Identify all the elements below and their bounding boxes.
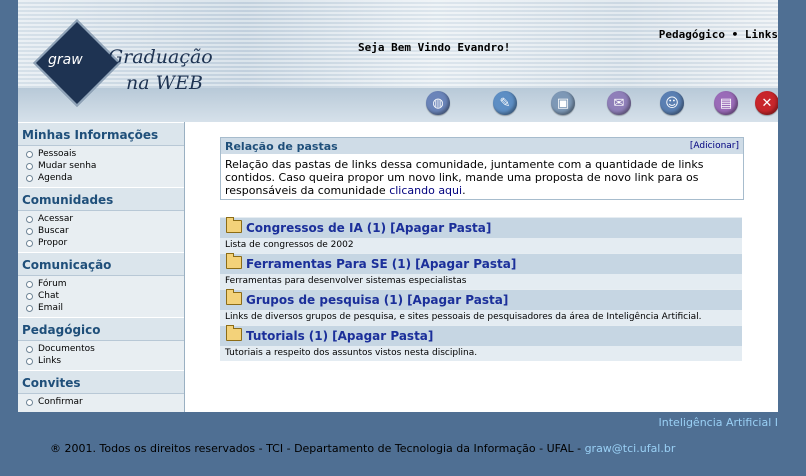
globe-icon[interactable]: ◍ — [426, 91, 450, 115]
delete-folder-link[interactable]: [Apagar Pasta] — [332, 329, 433, 343]
page-frame: graw Graduação na WEB Seja Bem Vindo Eva… — [18, 0, 778, 476]
header-banner: graw Graduação na WEB Seja Bem Vindo Eva… — [18, 0, 778, 122]
contact-email-link[interactable]: graw@tci.ufal.br — [585, 442, 676, 455]
folders-info-box: Relação de pastas [Adicionar] Relação da… — [220, 137, 744, 200]
notes-icon[interactable]: ✉ — [607, 91, 631, 115]
sidebar-item-buscar[interactable]: Buscar — [26, 225, 184, 237]
sidebar-item-chat[interactable]: Chat — [26, 290, 184, 302]
folder-icon — [226, 252, 242, 269]
folders-info-header: Relação de pastas [Adicionar] — [221, 138, 743, 154]
logo-title-line1: Graduação — [108, 46, 213, 68]
sidebar-item-forum[interactable]: Fórum — [26, 278, 184, 290]
folder-count: (1) — [308, 329, 329, 343]
radio-bullet-icon — [26, 292, 33, 300]
copyright-text: ® 2001. Todos os direitos reservados - T… — [50, 442, 585, 455]
close-icon[interactable]: ✕ — [755, 91, 778, 115]
delete-folder-link[interactable]: [Apagar Pasta] — [407, 293, 508, 307]
folder-count: (1) — [391, 257, 412, 271]
books-icon[interactable]: ▤ — [714, 91, 738, 115]
folder-title-link[interactable]: Ferramentas Para SE — [246, 257, 388, 271]
sidebar-heading-convites: Convites — [18, 370, 184, 394]
folder-list: Congressos de IA (1) [Apagar Pasta] List… — [220, 216, 742, 361]
sidebar-item-label: Links — [38, 356, 62, 366]
radio-bullet-icon — [26, 398, 33, 406]
folders-info-text: Relação das pastas de links dessa comuni… — [221, 154, 743, 199]
toolbar-icons: ◍ ✎ ▣ ✉ ☺ ▤ ✕ — [18, 91, 778, 117]
folder-description: Lista de congressos de 2002 — [220, 238, 742, 253]
sidebar-item-label: Propor — [38, 238, 68, 248]
logo-mark: graw — [48, 52, 83, 68]
sidebar-heading-minhas-informacoes: Minhas Informações — [18, 122, 184, 146]
folder-title-link[interactable]: Tutorials — [246, 329, 305, 343]
sidebar-item-pessoais[interactable]: Pessoais — [26, 148, 184, 160]
sidebar-item-links[interactable]: Links — [26, 355, 184, 367]
folders-info-period: . — [462, 184, 466, 197]
breadcrumb-separator: • — [725, 28, 745, 41]
main-content: Relação de pastas [Adicionar] Relação da… — [185, 122, 778, 412]
welcome-message: Seja Bem Vindo Evandro! — [358, 41, 511, 54]
sidebar-item-label: Agenda — [38, 173, 73, 183]
sidebar-item-propor[interactable]: Propor — [26, 237, 184, 249]
breadcrumb-pedagogico[interactable]: Pedagógico — [659, 28, 725, 41]
sidebar-item-documentos[interactable]: Documentos — [26, 343, 184, 355]
propose-link-link[interactable]: clicando aqui — [389, 184, 462, 197]
sidebar-item-label: Mudar senha — [38, 161, 97, 171]
radio-bullet-icon — [26, 304, 33, 312]
sidebar-item-label: Fórum — [38, 279, 67, 289]
sidebar-heading-comunicacao: Comunicação — [18, 252, 184, 276]
folder-icon — [226, 288, 242, 305]
sidebar-item-email[interactable]: Email — [26, 302, 184, 314]
footer-bar: Inteligência Artificial I — [18, 412, 778, 434]
folder-description: Tutoriais a respeito dos assuntos vistos… — [220, 346, 742, 361]
folder-row: Grupos de pesquisa (1) [Apagar Pasta] — [220, 288, 742, 310]
folder-row: Congressos de IA (1) [Apagar Pasta] — [220, 216, 742, 238]
radio-bullet-icon — [26, 174, 33, 182]
folder-icon — [226, 324, 242, 341]
delete-folder-link[interactable]: [Apagar Pasta] — [415, 257, 516, 271]
slides-icon[interactable]: ▣ — [551, 91, 575, 115]
breadcrumb: Pedagógico • Links — [659, 28, 778, 41]
folder-title-link[interactable]: Congressos de IA — [246, 221, 363, 235]
sidebar-item-mudar-senha[interactable]: Mudar senha — [26, 160, 184, 172]
radio-bullet-icon — [26, 357, 33, 365]
folder-description: Links de diversos grupos de pesquisa, e … — [220, 310, 742, 325]
user-icon[interactable]: ☺ — [660, 91, 684, 115]
course-name-link[interactable]: Inteligência Artificial I — [659, 416, 778, 429]
breadcrumb-links[interactable]: Links — [745, 28, 778, 41]
radio-bullet-icon — [26, 345, 33, 353]
folder-row: Ferramentas Para SE (1) [Apagar Pasta] — [220, 252, 742, 274]
sidebar: Minhas Informações Pessoais Mudar senha … — [18, 122, 185, 412]
sidebar-heading-comunidades: Comunidades — [18, 187, 184, 211]
copyright-notice: ® 2001. Todos os direitos reservados - T… — [50, 442, 675, 455]
radio-bullet-icon — [26, 215, 33, 223]
folder-count: (1) — [383, 293, 404, 307]
delete-folder-link[interactable]: [Apagar Pasta] — [390, 221, 491, 235]
sidebar-item-label: Documentos — [38, 344, 95, 354]
sidebar-item-acessar[interactable]: Acessar — [26, 213, 184, 225]
palette-icon[interactable]: ✎ — [493, 91, 517, 115]
sidebar-item-label: Acessar — [38, 214, 74, 224]
radio-bullet-icon — [26, 280, 33, 288]
sidebar-item-label: Chat — [38, 291, 60, 301]
sidebar-item-label: Email — [38, 303, 63, 313]
sidebar-item-label: Buscar — [38, 226, 69, 236]
sidebar-item-confirmar[interactable]: Confirmar — [26, 396, 184, 408]
sidebar-item-label: Confirmar — [38, 397, 83, 407]
folder-row: Tutorials (1) [Apagar Pasta] — [220, 324, 742, 346]
site-logo[interactable]: graw Graduação na WEB — [32, 19, 262, 107]
folder-title-link[interactable]: Grupos de pesquisa — [246, 293, 380, 307]
radio-bullet-icon — [26, 239, 33, 247]
folder-icon — [226, 216, 242, 233]
folders-info-title: Relação de pastas — [225, 139, 338, 153]
sidebar-heading-pedagogico: Pedagógico — [18, 317, 184, 341]
radio-bullet-icon — [26, 227, 33, 235]
folder-description: Ferramentas para desenvolver sistemas es… — [220, 274, 742, 289]
folder-count: (1) — [366, 221, 387, 235]
radio-bullet-icon — [26, 162, 33, 170]
radio-bullet-icon — [26, 150, 33, 158]
sidebar-item-label: Pessoais — [38, 149, 77, 159]
add-folder-link[interactable]: [Adicionar] — [690, 141, 739, 151]
sidebar-item-agenda[interactable]: Agenda — [26, 172, 184, 184]
